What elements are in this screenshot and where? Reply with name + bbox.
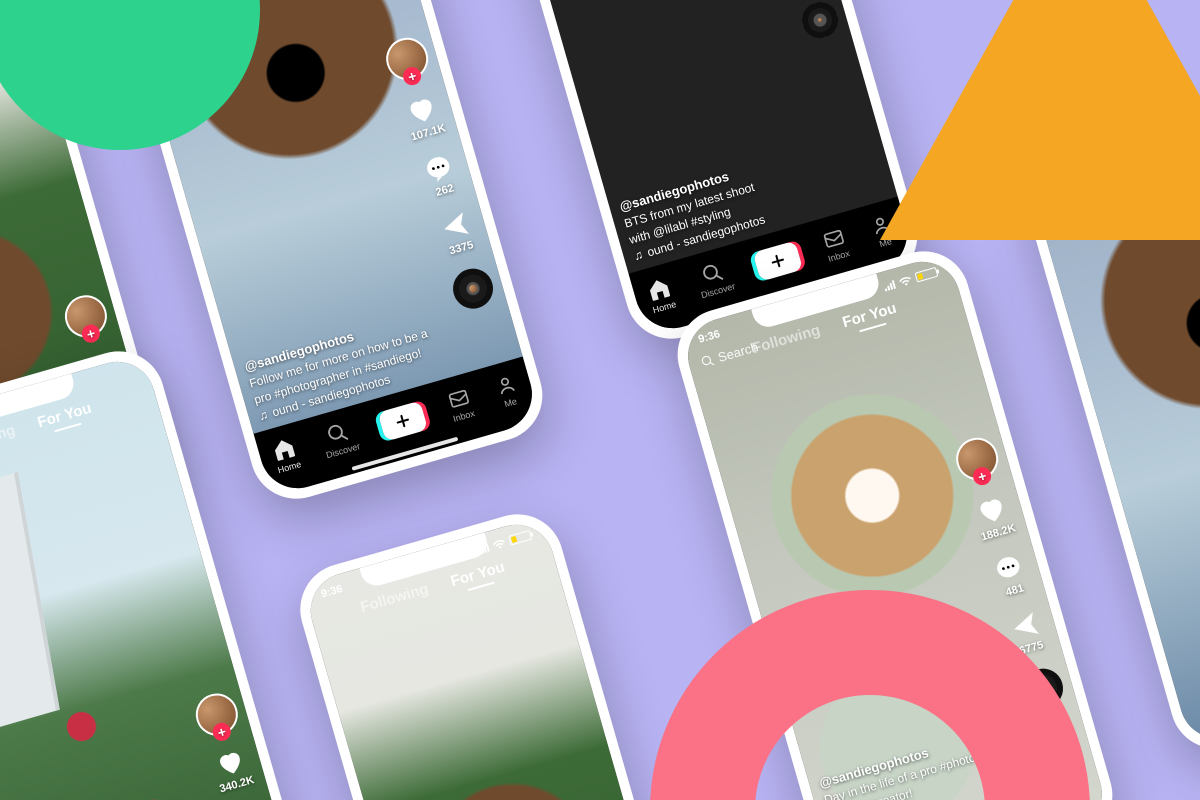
plus-icon xyxy=(768,251,788,271)
phone-portrait-smile: 9:36 Following For You xyxy=(289,503,700,800)
nav-me-label: Me xyxy=(503,396,518,409)
plus-icon xyxy=(393,411,413,431)
signal-icon xyxy=(883,279,896,291)
nav-home[interactable]: Home xyxy=(269,434,302,475)
orange-triangle-decoration xyxy=(880,0,1200,260)
wifi-icon xyxy=(897,274,913,287)
nav-inbox[interactable]: Inbox xyxy=(445,385,476,424)
like-button[interactable]: 107.1K xyxy=(400,89,447,143)
nav-me[interactable]: Me xyxy=(492,372,523,411)
follow-plus-icon[interactable]: + xyxy=(211,721,233,743)
nav-discover[interactable]: Discover xyxy=(693,258,736,300)
share-button[interactable]: 3375 xyxy=(436,207,477,258)
follow-plus-icon[interactable]: + xyxy=(401,65,423,87)
nav-discover[interactable]: Discover xyxy=(318,418,361,460)
comment-count: 262 xyxy=(434,182,455,199)
follow-plus-icon[interactable]: + xyxy=(971,465,993,487)
person-icon xyxy=(492,372,519,399)
like-button[interactable]: 340.2K xyxy=(209,743,255,795)
comment-count: 481 xyxy=(1004,582,1025,599)
comment-button[interactable]: 481 xyxy=(990,549,1031,600)
status-time: 9:36 xyxy=(697,328,721,346)
battery-icon xyxy=(914,267,938,283)
nav-home[interactable]: Home xyxy=(644,274,677,315)
battery-icon xyxy=(508,530,532,546)
like-button[interactable]: 188.2K xyxy=(970,489,1017,543)
status-time: 9:36 xyxy=(320,583,344,601)
create-video-button[interactable] xyxy=(378,400,429,441)
comment-button[interactable]: 262 xyxy=(420,149,461,200)
create-video-button[interactable] xyxy=(753,240,804,281)
wifi-icon xyxy=(491,537,507,550)
nav-inbox[interactable]: Inbox xyxy=(820,225,851,264)
